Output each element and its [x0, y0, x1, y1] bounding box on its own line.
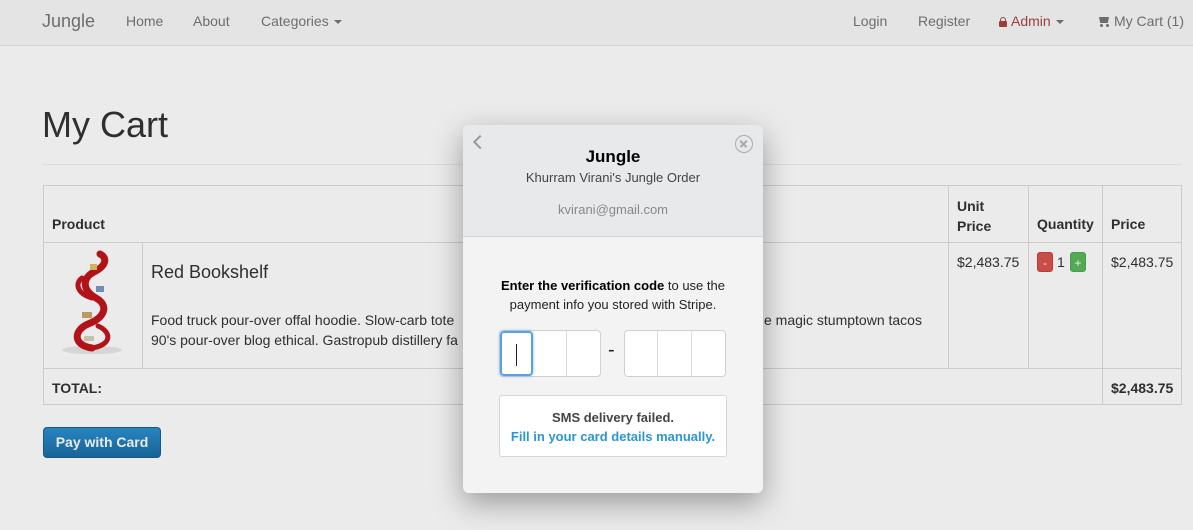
- sms-failed-message: SMS delivery failed.: [551, 410, 675, 425]
- verification-code-group-second: [624, 330, 726, 377]
- modal-header: Jungle Khurram Virani's Jungle Order kvi…: [463, 125, 763, 237]
- verification-code-digit-1[interactable]: [500, 331, 534, 376]
- manual-card-details-link[interactable]: Fill in your card details manually.: [500, 429, 726, 444]
- code-separator: -: [608, 339, 615, 361]
- sms-status-box: SMS delivery failed. Fill in your card d…: [499, 395, 727, 457]
- verification-code-group-first: [499, 330, 601, 377]
- modal-email[interactable]: kvirani@gmail.com: [463, 202, 763, 217]
- verification-code-digit-3[interactable]: [567, 331, 600, 376]
- verification-code-digit-5[interactable]: [658, 331, 692, 376]
- verification-instructions-bold: Enter the verification code: [501, 278, 665, 293]
- text-cursor: [516, 344, 517, 366]
- verification-code-digit-4[interactable]: [625, 331, 659, 376]
- stripe-checkout-modal: Jungle Khurram Virani's Jungle Order kvi…: [463, 125, 763, 493]
- verification-code-digit-2[interactable]: [533, 331, 567, 376]
- verification-code-digit-6[interactable]: [692, 331, 725, 376]
- verification-instructions: Enter the verification code to use the p…: [493, 276, 733, 314]
- modal-subtitle: Khurram Virani's Jungle Order: [525, 170, 701, 185]
- modal-title: Jungle: [585, 147, 641, 166]
